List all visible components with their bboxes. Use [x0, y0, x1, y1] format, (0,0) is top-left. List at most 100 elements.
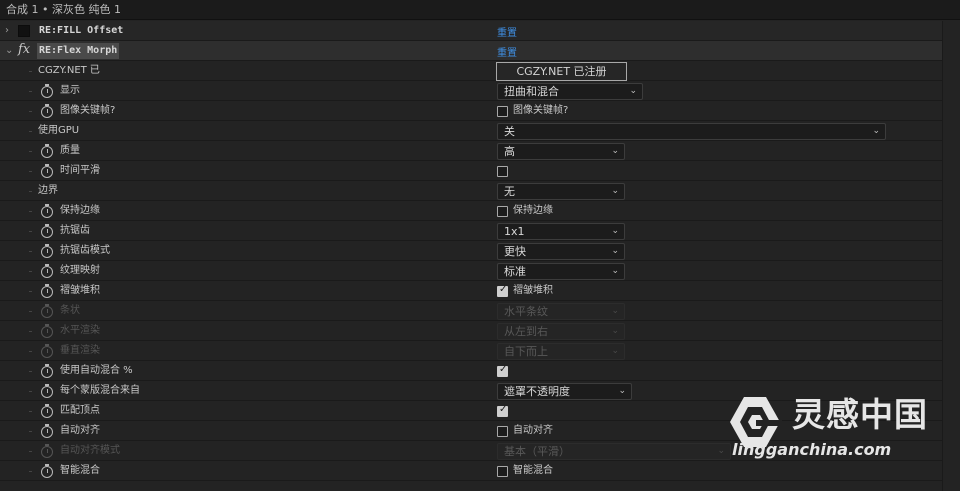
display-dropdown[interactable]: 扭曲和混合 ⌄: [497, 83, 643, 100]
reset-link[interactable]: 重置: [497, 44, 517, 59]
stopwatch-icon[interactable]: [41, 464, 54, 478]
param-label: 自动对齐: [60, 425, 100, 436]
smart-blend-checkbox[interactable]: [497, 466, 508, 477]
param-label: 使用自动混合 %: [60, 365, 133, 376]
stopwatch-icon[interactable]: [41, 424, 54, 438]
blend-from-dropdown[interactable]: 遮罩不透明度 ⌄: [497, 383, 632, 400]
texture-map-dropdown[interactable]: 标准 ⌄: [497, 263, 625, 280]
time-smooth-checkbox[interactable]: [497, 166, 508, 177]
tree-line: [29, 151, 32, 152]
checkbox-label[interactable]: 褶皱堆积: [513, 281, 553, 301]
stopwatch-icon[interactable]: [41, 164, 54, 178]
brand-name-cn: 灵感中国: [792, 395, 928, 434]
param-row-quality: 质量 高 ⌄: [0, 141, 942, 161]
stopwatch-icon[interactable]: [41, 84, 54, 98]
checkbox-label[interactable]: 保持边缘: [513, 201, 553, 221]
use-gpu-dropdown[interactable]: 关 ⌄: [497, 123, 886, 140]
keep-border-checkbox[interactable]: [497, 206, 508, 217]
param-row-auto-blend: 使用自动混合 %: [0, 361, 942, 381]
stopwatch-icon: [41, 324, 54, 338]
tree-line: [29, 371, 32, 372]
param-label: 水平渲染: [60, 325, 100, 336]
stopwatch-icon[interactable]: [41, 404, 54, 418]
chevron-down-icon: ⌄: [611, 146, 619, 156]
param-row-stripes: 条状 水平条纹 ⌄: [0, 301, 942, 321]
dropdown-value: 扭曲和混合: [504, 85, 559, 98]
stopwatch-icon[interactable]: [41, 284, 54, 298]
tree-line: [29, 131, 32, 132]
dropdown-value: 水平条纹: [504, 305, 548, 318]
dropdown-value: 1x1: [504, 225, 525, 238]
chevron-down-icon: ⌄: [611, 306, 619, 316]
chevron-down-icon: ⌄: [717, 446, 725, 456]
checkbox-label[interactable]: 图像关键帧?: [513, 101, 568, 121]
chevron-down-icon: ⌄: [611, 326, 619, 336]
param-row-display: 显示 扭曲和混合 ⌄: [0, 81, 942, 101]
stopwatch-icon[interactable]: [41, 104, 54, 118]
chevron-down-icon: ⌄: [618, 386, 626, 396]
stopwatch-icon: [41, 344, 54, 358]
stopwatch-icon: [41, 444, 54, 458]
param-label: 抗锯齿模式: [60, 245, 110, 256]
register-button[interactable]: CGZY.NET 已注册: [496, 62, 627, 81]
param-label: 智能混合: [60, 465, 100, 476]
effect-toggle-icon[interactable]: [18, 25, 30, 37]
antialias-mode-dropdown[interactable]: 更快 ⌄: [497, 243, 625, 260]
chevron-down-icon: ⌄: [611, 266, 619, 276]
dropdown-value: 高: [504, 145, 515, 158]
stopwatch-icon[interactable]: [41, 384, 54, 398]
effect-row-flex-morph[interactable]: ⌄ fx RE:Flex Morph 重置: [0, 41, 942, 61]
dropdown-value: 关: [504, 125, 515, 138]
stopwatch-icon: [41, 304, 54, 318]
param-label: 条状: [60, 305, 80, 316]
checkbox-label[interactable]: 自动对齐: [513, 421, 553, 441]
stopwatch-icon[interactable]: [41, 204, 54, 218]
antialias-dropdown[interactable]: 1x1 ⌄: [497, 223, 625, 240]
chevron-down-icon: ⌄: [611, 346, 619, 356]
fx-icon[interactable]: fx: [18, 42, 30, 57]
effect-name: RE:Flex Morph: [37, 43, 120, 59]
tree-line: [29, 411, 32, 412]
match-vertices-checkbox[interactable]: [497, 404, 508, 417]
scrollbar[interactable]: [942, 21, 960, 491]
tree-line: [29, 231, 32, 232]
vertical-render-dropdown: 自下而上 ⌄: [497, 343, 625, 360]
param-label: 质量: [60, 145, 80, 156]
auto-blend-checkbox[interactable]: [497, 364, 508, 377]
quality-dropdown[interactable]: 高 ⌄: [497, 143, 625, 160]
dropdown-value: 遮罩不透明度: [504, 385, 570, 398]
dropdown-value: 基本（平滑）: [504, 445, 570, 458]
dropdown-value: 无: [504, 185, 515, 198]
param-row-image-keyframe: 图像关键帧? 图像关键帧?: [0, 101, 942, 121]
param-row-texture-map: 纹理映射 标准 ⌄: [0, 261, 942, 281]
image-keyframe-checkbox[interactable]: [497, 106, 508, 117]
stopwatch-icon[interactable]: [41, 144, 54, 158]
stopwatch-icon[interactable]: [41, 244, 54, 258]
effect-row-fill-offset[interactable]: › RE:FILL Offset 重置: [0, 21, 942, 41]
param-label: 抗锯齿: [60, 225, 90, 236]
auto-align-mode-dropdown: 基本（平滑） ⌄: [497, 443, 731, 460]
tree-line: [29, 111, 32, 112]
chevron-down-icon: ⌄: [611, 186, 619, 196]
chevron-right-icon[interactable]: ›: [5, 25, 14, 37]
param-label: 褶皱堆积: [60, 285, 100, 296]
reset-link[interactable]: 重置: [497, 24, 517, 39]
chevron-down-icon[interactable]: ⌄: [5, 45, 14, 57]
stopwatch-icon[interactable]: [41, 264, 54, 278]
auto-align-checkbox[interactable]: [497, 426, 508, 437]
stopwatch-icon[interactable]: [41, 364, 54, 378]
param-row-vertical-render: 垂直渲染 自下而上 ⌄: [0, 341, 942, 361]
stack-layers-checkbox[interactable]: [497, 284, 508, 297]
tree-line: [29, 451, 32, 452]
border-dropdown[interactable]: 无 ⌄: [497, 183, 625, 200]
param-label: 自动对齐模式: [60, 445, 120, 456]
stopwatch-icon[interactable]: [41, 224, 54, 238]
checkbox-label[interactable]: 智能混合: [513, 461, 553, 481]
param-row-use-gpu: 使用GPU 关 ⌄: [0, 121, 942, 141]
tree-line: [29, 471, 32, 472]
chevron-down-icon: ⌄: [872, 126, 880, 136]
param-label: CGZY.NET 已: [38, 65, 100, 76]
param-row-keep-border: 保持边缘 保持边缘: [0, 201, 942, 221]
tree-line: [29, 291, 32, 292]
tree-line: [29, 431, 32, 432]
